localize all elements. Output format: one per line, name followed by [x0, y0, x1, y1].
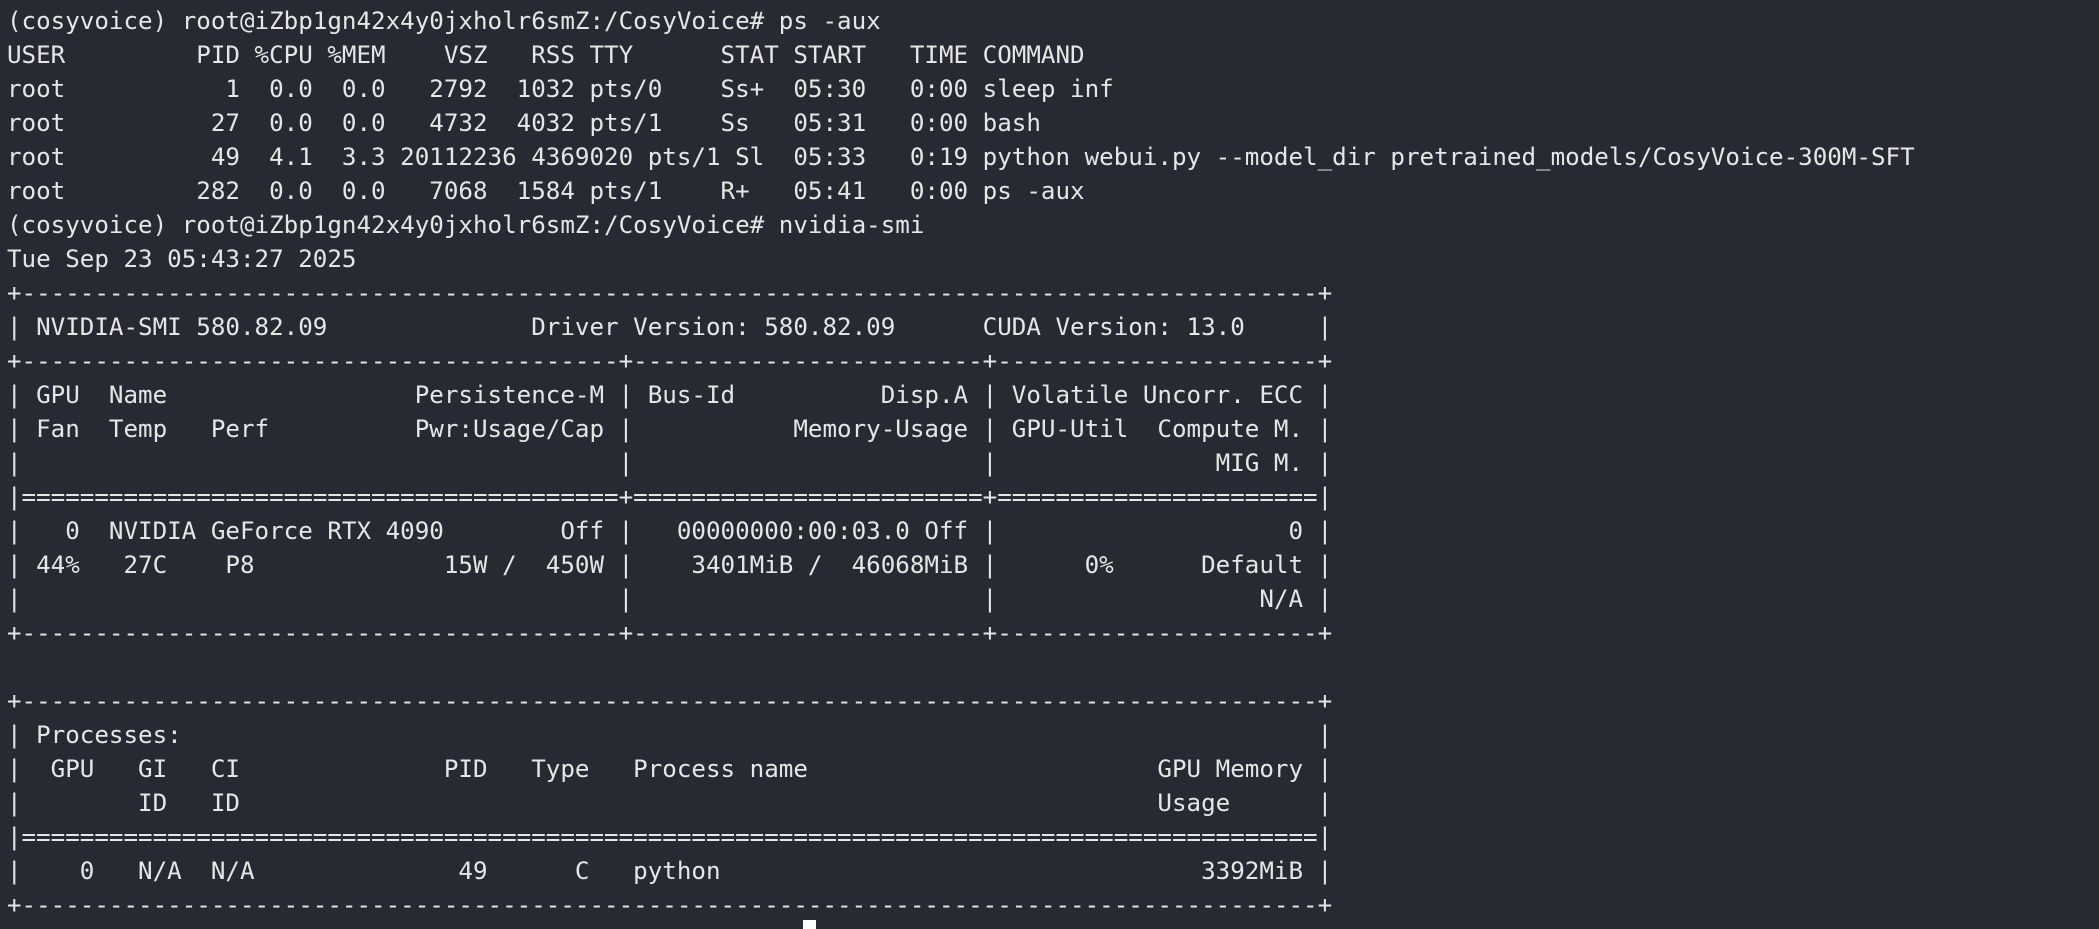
terminal-line-table-divider: |=======================================…	[7, 483, 1333, 511]
terminal-line-table-border: +---------------------------------------…	[7, 891, 1333, 919]
terminal-line-table-border: +---------------------------------------…	[7, 279, 1333, 307]
terminal-line-gpu-row: | | | N/A |	[7, 585, 1333, 613]
terminal-line-processes-header: | ID ID Usage |	[7, 789, 1333, 817]
terminal-line-ps-row: root 49 4.1 3.3 20112236 4369020 pts/1 S…	[7, 143, 1915, 171]
terminal-line-ps-row: root 282 0.0 0.0 7068 1584 pts/1 R+ 05:4…	[7, 177, 1085, 205]
terminal-line-ps-header: USER PID %CPU %MEM VSZ RSS TTY STAT STAR…	[7, 41, 1085, 69]
terminal-line-gpu-row: | 0 NVIDIA GeForce RTX 4090 Off | 000000…	[7, 517, 1333, 545]
terminal-window[interactable]: (cosyvoice) root@iZbp1gn42x4y0jxholr6smZ…	[0, 0, 2099, 929]
terminal-line-ps-row: root 1 0.0 0.0 2792 1032 pts/0 Ss+ 05:30…	[7, 75, 1114, 103]
terminal-line-process-row: | 0 N/A N/A 49 C python 3392MiB |	[7, 857, 1333, 885]
terminal-line-table-border: +---------------------------------------…	[7, 687, 1333, 715]
terminal-line-gpu-header: | | | MIG M. |	[7, 449, 1333, 477]
terminal-line-smi-version: | NVIDIA-SMI 580.82.09 Driver Version: 5…	[7, 313, 1333, 341]
terminal-line-timestamp: Tue Sep 23 05:43:27 2025	[7, 245, 357, 273]
terminal-cursor	[803, 920, 816, 929]
terminal-line-gpu-row: | 44% 27C P8 15W / 450W | 3401MiB / 4606…	[7, 551, 1333, 579]
terminal-line-processes-title: | Processes: |	[7, 721, 1333, 749]
terminal-line-ps-row: root 27 0.0 0.0 4732 4032 pts/1 Ss 05:31…	[7, 109, 1041, 137]
terminal-line-gpu-header: | GPU Name Persistence-M | Bus-Id Disp.A…	[7, 381, 1333, 409]
terminal-line-prompt-nvidia-smi: (cosyvoice) root@iZbp1gn42x4y0jxholr6smZ…	[7, 211, 925, 239]
terminal-line-prompt-ps: (cosyvoice) root@iZbp1gn42x4y0jxholr6smZ…	[7, 7, 881, 35]
terminal-line-table-border: +---------------------------------------…	[7, 347, 1333, 375]
terminal-line-table-border: +---------------------------------------…	[7, 619, 1333, 647]
terminal-line-gpu-header: | Fan Temp Perf Pwr:Usage/Cap | Memory-U…	[7, 415, 1333, 443]
terminal-line-table-divider: |=======================================…	[7, 823, 1333, 851]
terminal-line-processes-header: | GPU GI CI PID Type Process name GPU Me…	[7, 755, 1333, 783]
